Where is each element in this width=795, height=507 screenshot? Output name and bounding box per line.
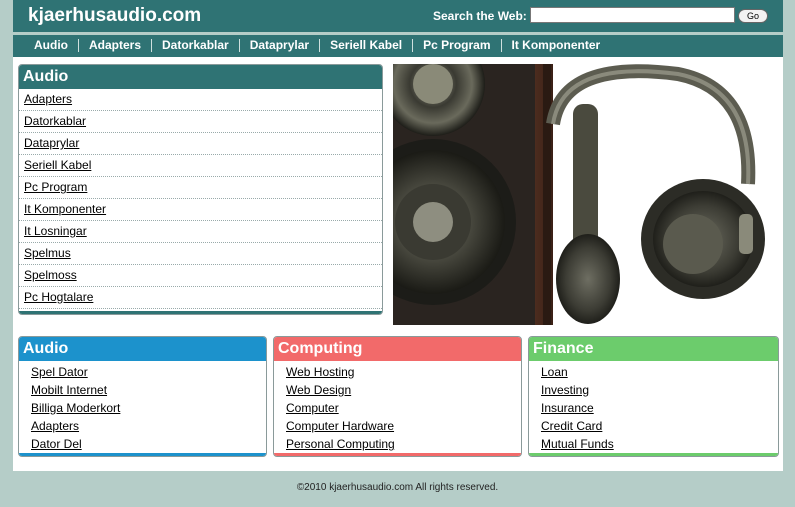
link-spelmus[interactable]: Spelmus: [24, 246, 71, 260]
link-it-losningar[interactable]: It Losningar: [24, 224, 87, 238]
list-item: Billiga Moderkort: [19, 399, 266, 417]
audio-box: Audio Spel Dator Mobilt Internet Billiga…: [18, 336, 267, 457]
search-input[interactable]: [530, 7, 735, 23]
computing-box-list: Web Hosting Web Design Computer Computer…: [274, 361, 521, 453]
audio-box-title: Audio: [19, 337, 266, 361]
hero-photo: [393, 64, 780, 325]
list-item: Spel Dator: [19, 363, 266, 381]
site-header: kjaerhusaudio.com Search the Web: Go: [13, 0, 783, 32]
nav-item-audio[interactable]: Audio: [24, 39, 79, 52]
link-datorkablar[interactable]: Datorkablar: [24, 114, 86, 128]
list-item: Spelmus: [19, 243, 382, 265]
list-item: Web Design: [274, 381, 521, 399]
box-bottom-bar: [19, 311, 382, 314]
nav-item-seriell-kabel[interactable]: Seriell Kabel: [320, 39, 414, 52]
list-item: Insurance: [529, 399, 778, 417]
list-item: Mutual Funds: [529, 435, 778, 453]
list-item: Mobilt Internet: [19, 381, 266, 399]
link-web-hosting[interactable]: Web Hosting: [286, 365, 354, 379]
list-item: Seriell Kabel: [19, 155, 382, 177]
main-navbar: Audio Adapters Datorkablar Dataprylar Se…: [13, 35, 783, 57]
list-item: Loan: [529, 363, 778, 381]
link-billiga-moderkort[interactable]: Billiga Moderkort: [31, 401, 120, 415]
go-button[interactable]: Go: [738, 9, 768, 23]
list-item: Datorkablar: [19, 111, 382, 133]
link-adapters-2[interactable]: Adapters: [31, 419, 79, 433]
link-pc-hogtalare[interactable]: Pc Hogtalare: [24, 290, 93, 304]
list-item: Computer Hardware: [274, 417, 521, 435]
list-item: Dataprylar: [19, 133, 382, 155]
link-dator-del[interactable]: Dator Del: [31, 437, 82, 451]
list-item: Dator Del: [19, 435, 266, 453]
nav-item-it-komponenter[interactable]: It Komponenter: [502, 39, 611, 52]
list-item: Investing: [529, 381, 778, 399]
link-loan[interactable]: Loan: [541, 365, 568, 379]
finance-box-title: Finance: [529, 337, 778, 361]
finance-box: Finance Loan Investing Insurance Credit …: [528, 336, 779, 457]
list-item: Adapters: [19, 89, 382, 111]
nav-item-pc-program[interactable]: Pc Program: [413, 39, 502, 52]
link-insurance[interactable]: Insurance: [541, 401, 594, 415]
nav-item-adapters[interactable]: Adapters: [79, 39, 153, 52]
list-item: Personal Computing: [274, 435, 521, 453]
audio-main-box: Audio Adapters Datorkablar Dataprylar Se…: [18, 64, 383, 315]
link-mobilt-internet[interactable]: Mobilt Internet: [31, 383, 107, 397]
audio-main-list: Adapters Datorkablar Dataprylar Seriell …: [19, 89, 382, 309]
audio-main-title: Audio: [19, 65, 382, 89]
list-item: Credit Card: [529, 417, 778, 435]
link-dataprylar[interactable]: Dataprylar: [24, 136, 79, 150]
link-seriell-kabel[interactable]: Seriell Kabel: [24, 158, 91, 172]
link-mutual-funds[interactable]: Mutual Funds: [541, 437, 614, 451]
link-investing[interactable]: Investing: [541, 383, 589, 397]
link-credit-card[interactable]: Credit Card: [541, 419, 602, 433]
link-adapters[interactable]: Adapters: [24, 92, 72, 106]
link-it-komponenter[interactable]: It Komponenter: [24, 202, 106, 216]
list-item: Pc Program: [19, 177, 382, 199]
speaker-headphones-image: [393, 64, 780, 325]
link-personal-computing[interactable]: Personal Computing: [286, 437, 395, 451]
audio-box-list: Spel Dator Mobilt Internet Billiga Moder…: [19, 361, 266, 453]
box-bottom-bar: [19, 453, 266, 456]
link-spelmoss[interactable]: Spelmoss: [24, 268, 77, 282]
box-bottom-bar: [274, 453, 521, 456]
list-item: It Losningar: [19, 221, 382, 243]
search-label: Search the Web:: [433, 9, 527, 23]
link-computer-hardware[interactable]: Computer Hardware: [286, 419, 394, 433]
computing-box-title: Computing: [274, 337, 521, 361]
finance-box-list: Loan Investing Insurance Credit Card Mut…: [529, 361, 778, 453]
footer-copyright: ©2010 kjaerhusaudio.com All rights reser…: [296, 482, 499, 493]
link-pc-program[interactable]: Pc Program: [24, 180, 87, 194]
list-item: Computer: [274, 399, 521, 417]
link-web-design[interactable]: Web Design: [286, 383, 351, 397]
list-item: Spelmoss: [19, 265, 382, 287]
list-item: Pc Hogtalare: [19, 287, 382, 309]
nav-item-dataprylar[interactable]: Dataprylar: [240, 39, 321, 52]
site-logo[interactable]: kjaerhusaudio.com: [28, 5, 201, 27]
link-spel-dator[interactable]: Spel Dator: [31, 365, 88, 379]
list-item: Adapters: [19, 417, 266, 435]
list-item: Web Hosting: [274, 363, 521, 381]
nav-item-datorkablar[interactable]: Datorkablar: [152, 39, 240, 52]
computing-box: Computing Web Hosting Web Design Compute…: [273, 336, 522, 457]
link-computer[interactable]: Computer: [286, 401, 339, 415]
list-item: It Komponenter: [19, 199, 382, 221]
box-bottom-bar: [529, 453, 778, 456]
